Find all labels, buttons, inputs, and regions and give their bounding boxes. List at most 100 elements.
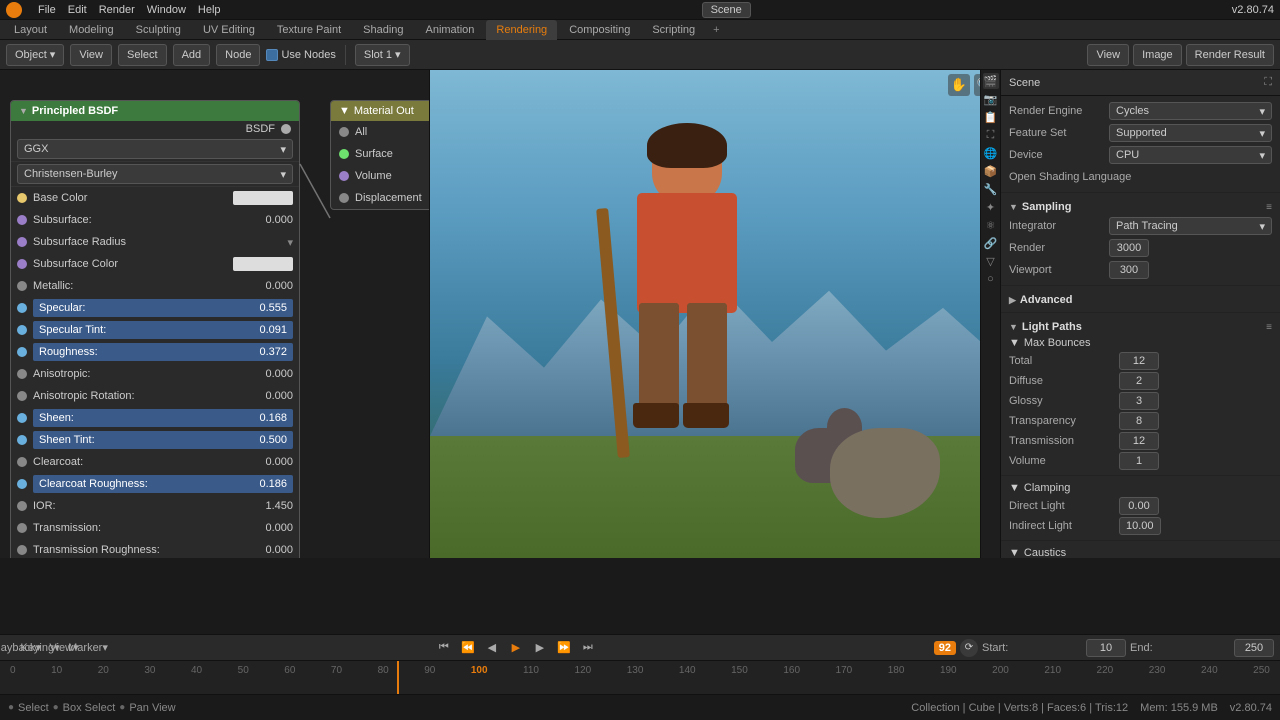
clearcoat-roughness-bar[interactable]: Clearcoat Roughness: 0.186: [33, 475, 293, 493]
start-frame-field[interactable]: 10: [1086, 639, 1126, 657]
render-props-icon[interactable]: 🎬: [983, 73, 999, 89]
socket-metallic[interactable]: Metallic: 0.000: [11, 275, 299, 297]
sheen-bar[interactable]: Sheen: 0.168: [33, 409, 293, 427]
socket-anisotropic-rotation[interactable]: Anisotropic Rotation: 0.000: [11, 385, 299, 407]
bounce-glossy-field[interactable]: 3: [1119, 392, 1159, 410]
output-props-icon[interactable]: 📷: [983, 91, 999, 107]
subsurface-color-preview[interactable]: [233, 257, 293, 271]
sampling-header[interactable]: ▼ Sampling ≡: [1009, 197, 1272, 215]
data-props-icon[interactable]: ▽: [983, 253, 999, 269]
socket-specular[interactable]: Specular: 0.555: [11, 297, 299, 319]
indirect-light-field[interactable]: 10.00: [1119, 517, 1161, 535]
bounce-total-field[interactable]: 12: [1119, 352, 1159, 370]
caustics-header[interactable]: ▼ Caustics: [1009, 545, 1272, 558]
add-dropdown[interactable]: Add: [173, 44, 211, 66]
jump-end-btn[interactable]: ⏭: [578, 638, 598, 658]
viewport-view-dropdown[interactable]: View: [1087, 44, 1129, 66]
socket-ior[interactable]: IOR: 1.450: [11, 495, 299, 517]
current-frame[interactable]: 92: [934, 641, 956, 655]
tab-rendering[interactable]: Rendering: [486, 20, 557, 40]
play-btn[interactable]: ▶: [506, 638, 526, 658]
pan-icon[interactable]: ✋: [948, 74, 970, 96]
menu-file[interactable]: File: [38, 4, 56, 16]
timeline-keying-dropdown[interactable]: Keying ▾: [30, 638, 50, 658]
add-workspace-button[interactable]: +: [707, 22, 725, 38]
menu-help[interactable]: Help: [198, 4, 221, 16]
menu-render[interactable]: Render: [99, 4, 135, 16]
socket-clearcoat[interactable]: Clearcoat: 0.000: [11, 451, 299, 473]
frame-sync-btn[interactable]: ⟳: [960, 639, 978, 657]
base-color-preview[interactable]: [233, 191, 293, 205]
socket-subsurface-radius[interactable]: Subsurface Radius ▾: [11, 231, 299, 253]
bounce-volume-field[interactable]: 1: [1119, 452, 1159, 470]
clamping-header[interactable]: ▼ Clamping: [1009, 480, 1272, 496]
node-dropdown[interactable]: Node: [216, 44, 260, 66]
image-dropdown[interactable]: Image: [1133, 44, 1182, 66]
step-back-btn[interactable]: ◀: [482, 638, 502, 658]
use-nodes-toggle[interactable]: Use Nodes: [266, 49, 335, 61]
socket-roughness[interactable]: Roughness: 0.372: [11, 341, 299, 363]
render-samples-field[interactable]: 3000: [1109, 239, 1149, 257]
socket-subsurface[interactable]: Subsurface: 0.000: [11, 209, 299, 231]
socket-subsurface-color[interactable]: Subsurface Color: [11, 253, 299, 275]
end-frame-field[interactable]: 250: [1234, 639, 1274, 657]
slot-dropdown[interactable]: Slot 1 ▾: [355, 44, 410, 66]
tab-texture-paint[interactable]: Texture Paint: [267, 20, 351, 40]
socket-transmission-roughness[interactable]: Transmission Roughness: 0.000: [11, 539, 299, 558]
tab-sculpting[interactable]: Sculpting: [126, 20, 191, 40]
socket-clearcoat-roughness[interactable]: Clearcoat Roughness: 0.186: [11, 473, 299, 495]
scene-selector[interactable]: Scene: [702, 2, 751, 18]
viewport-samples-field[interactable]: 300: [1109, 261, 1149, 279]
tab-modeling[interactable]: Modeling: [59, 20, 124, 40]
particles-props-icon[interactable]: ✦: [983, 199, 999, 215]
feature-set-dropdown[interactable]: Supported ▾: [1109, 124, 1272, 142]
integrator-dropdown[interactable]: Path Tracing ▾: [1109, 217, 1272, 235]
principled-node-title[interactable]: ▼ Principled BSDF: [11, 101, 299, 121]
mode-dropdown[interactable]: Object ▾: [6, 44, 64, 66]
render-engine-dropdown[interactable]: Cycles ▾: [1109, 102, 1272, 120]
device-dropdown[interactable]: CPU ▾: [1109, 146, 1272, 164]
output-dot[interactable]: [281, 124, 291, 134]
render-result-dropdown[interactable]: Render Result: [1186, 44, 1274, 66]
viewport[interactable]: ✋ 🔍: [430, 70, 1000, 558]
tab-shading[interactable]: Shading: [353, 20, 413, 40]
tab-animation[interactable]: Animation: [416, 20, 485, 40]
light-paths-header[interactable]: ▼ Light Paths ≡: [1009, 317, 1272, 335]
view-dropdown[interactable]: View: [70, 44, 112, 66]
bounce-diffuse-field[interactable]: 2: [1119, 372, 1159, 390]
modifier-props-icon[interactable]: 🔧: [983, 181, 999, 197]
roughness-bar[interactable]: Roughness: 0.372: [33, 343, 293, 361]
step-forward-btn[interactable]: ▶: [530, 638, 550, 658]
next-keyframe-btn[interactable]: ⏩: [554, 638, 574, 658]
bounce-transmission-field[interactable]: 12: [1119, 432, 1159, 450]
tab-scripting[interactable]: Scripting: [642, 20, 705, 40]
tab-compositing[interactable]: Compositing: [559, 20, 640, 40]
distribution-dropdown[interactable]: GGX ▾: [17, 139, 293, 159]
sheen-tint-bar[interactable]: Sheen Tint: 0.500: [33, 431, 293, 449]
use-nodes-checkbox[interactable]: [266, 49, 278, 61]
constraints-props-icon[interactable]: 🔗: [983, 235, 999, 251]
subsurface-method-dropdown[interactable]: Christensen-Burley ▾: [17, 164, 293, 184]
bounce-transparency-field[interactable]: 8: [1119, 412, 1159, 430]
socket-transmission[interactable]: Transmission: 0.000: [11, 517, 299, 539]
advanced-header[interactable]: ▶ Advanced: [1009, 290, 1272, 308]
specular-bar[interactable]: Specular: 0.555: [33, 299, 293, 317]
socket-specular-tint[interactable]: Specular Tint: 0.091: [11, 319, 299, 341]
object-props-icon[interactable]: 📦: [983, 163, 999, 179]
tab-layout[interactable]: Layout: [4, 20, 57, 40]
max-bounces-header[interactable]: ▼ Max Bounces: [1009, 335, 1272, 351]
material-props-icon[interactable]: ○: [983, 271, 999, 287]
view-layer-props-icon[interactable]: 📋: [983, 109, 999, 125]
jump-start-btn[interactable]: ⏮: [434, 638, 454, 658]
menu-edit[interactable]: Edit: [68, 4, 87, 16]
timeline-marker-dropdown[interactable]: Marker ▾: [78, 638, 98, 658]
socket-sheen-tint[interactable]: Sheen Tint: 0.500: [11, 429, 299, 451]
physics-props-icon[interactable]: ⚛: [983, 217, 999, 233]
specular-tint-bar[interactable]: Specular Tint: 0.091: [33, 321, 293, 339]
select-dropdown[interactable]: Select: [118, 44, 167, 66]
direct-light-field[interactable]: 0.00: [1119, 497, 1159, 515]
socket-base-color[interactable]: Base Color: [11, 187, 299, 209]
playhead[interactable]: [397, 661, 399, 695]
menu-window[interactable]: Window: [147, 4, 186, 16]
scene-props-icon[interactable]: ⛶: [983, 127, 999, 143]
